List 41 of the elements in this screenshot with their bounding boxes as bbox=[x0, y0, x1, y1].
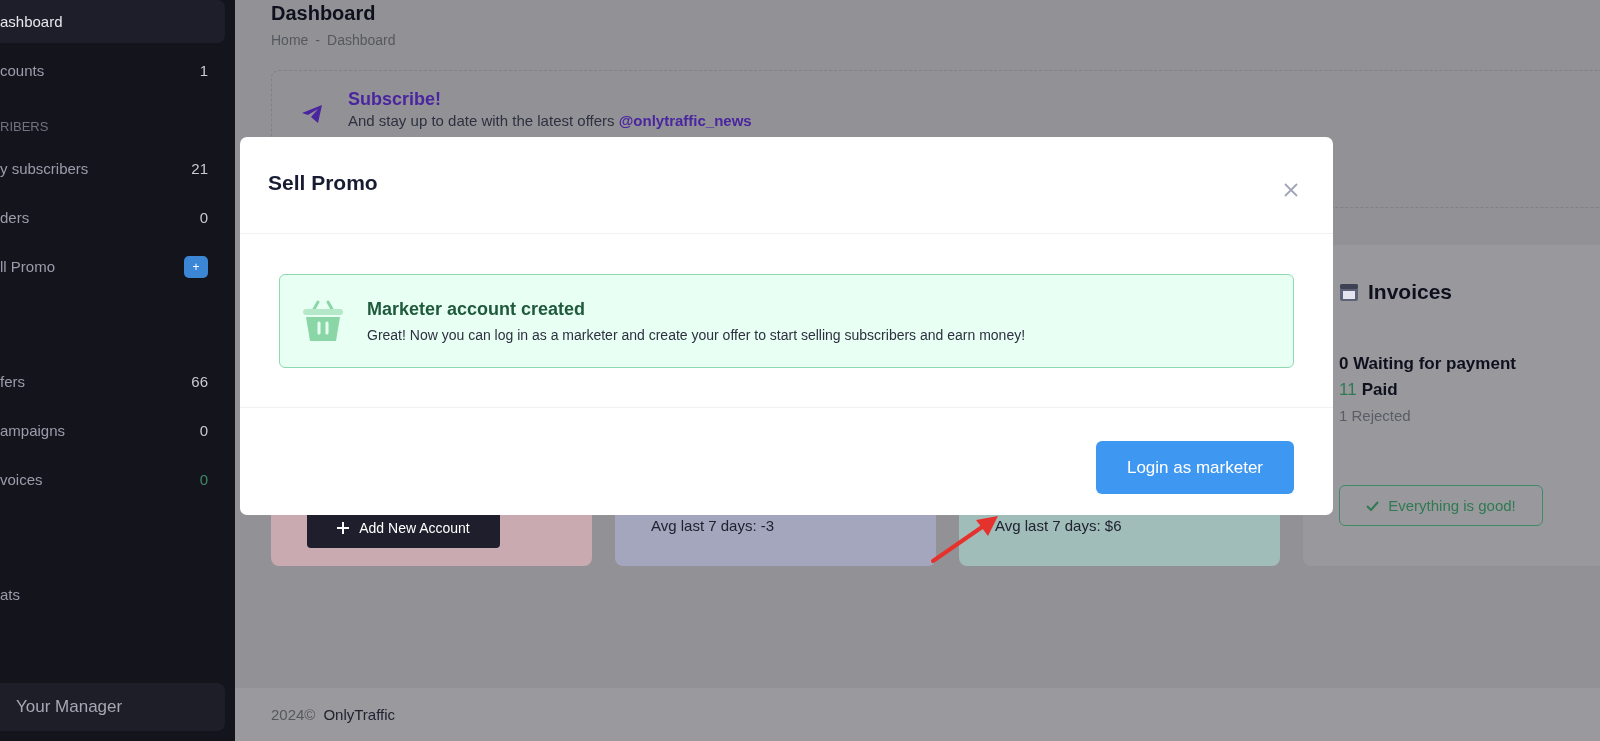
average-text: Avg last 7 days: -3 bbox=[651, 517, 776, 534]
modal-title: Sell Promo bbox=[268, 170, 378, 195]
item-count: 66 bbox=[191, 373, 208, 390]
average-text: Avg last 7 days: $6 bbox=[995, 517, 1123, 534]
plus-icon bbox=[337, 522, 350, 534]
plus-badge: + bbox=[184, 255, 208, 278]
paid-count: 11 bbox=[1339, 380, 1357, 400]
item-count: 0 bbox=[199, 471, 208, 488]
page-title: Dashboard bbox=[271, 2, 377, 25]
sidebar-item[interactable]: ll Promo + bbox=[0, 245, 225, 288]
alert-title: Marketer account created bbox=[367, 299, 587, 320]
card-title: Invoices bbox=[1368, 280, 1453, 304]
breadcrumb-item: Dashboard bbox=[327, 32, 396, 48]
item-count: 21 bbox=[191, 160, 208, 177]
sidebar-item[interactable]: ats bbox=[0, 573, 225, 616]
item-count: 0 bbox=[199, 422, 208, 439]
rejected-count: 1 Rejected bbox=[1339, 407, 1412, 424]
brand-link[interactable]: OnlyTraffic bbox=[323, 706, 396, 723]
basket-icon bbox=[300, 298, 346, 344]
sidebar-item[interactable]: fers 66 bbox=[0, 360, 225, 403]
alert-text: Great! Now you can log in as a marketer and create your offer to start selling subscribers and earn money! bbox=[367, 327, 1026, 343]
item-count: 1 bbox=[199, 62, 208, 79]
paper-plane-icon bbox=[302, 105, 322, 123]
banner-text: And stay up to date with the latest offers @onlytraffic_news bbox=[348, 112, 752, 129]
check-icon bbox=[1366, 500, 1380, 511]
breadcrumb-separator: - bbox=[315, 32, 321, 48]
sidebar-item[interactable]: counts 1 bbox=[0, 49, 225, 92]
paid-label: Paid bbox=[1361, 380, 1398, 400]
waiting-count: 0 Waiting for payment bbox=[1339, 354, 1517, 374]
manager-button[interactable]: Your Manager bbox=[0, 683, 225, 731]
sidebar-item[interactable]: ders 0 bbox=[0, 196, 225, 239]
calendar-icon bbox=[1339, 282, 1359, 302]
copyright-year: 2024© bbox=[271, 706, 316, 723]
section-heading: RIBERS bbox=[0, 117, 50, 136]
sidebar-item[interactable]: voices 0 bbox=[0, 458, 225, 501]
banner-title: Subscribe! bbox=[348, 89, 443, 110]
sidebar-item[interactable]: ashboard bbox=[0, 0, 225, 43]
sidebar-item[interactable]: ampaigns 0 bbox=[0, 409, 225, 452]
close-icon bbox=[1284, 183, 1298, 197]
sidebar-item[interactable]: y subscribers 21 bbox=[0, 147, 225, 190]
item-count: 0 bbox=[199, 209, 208, 226]
